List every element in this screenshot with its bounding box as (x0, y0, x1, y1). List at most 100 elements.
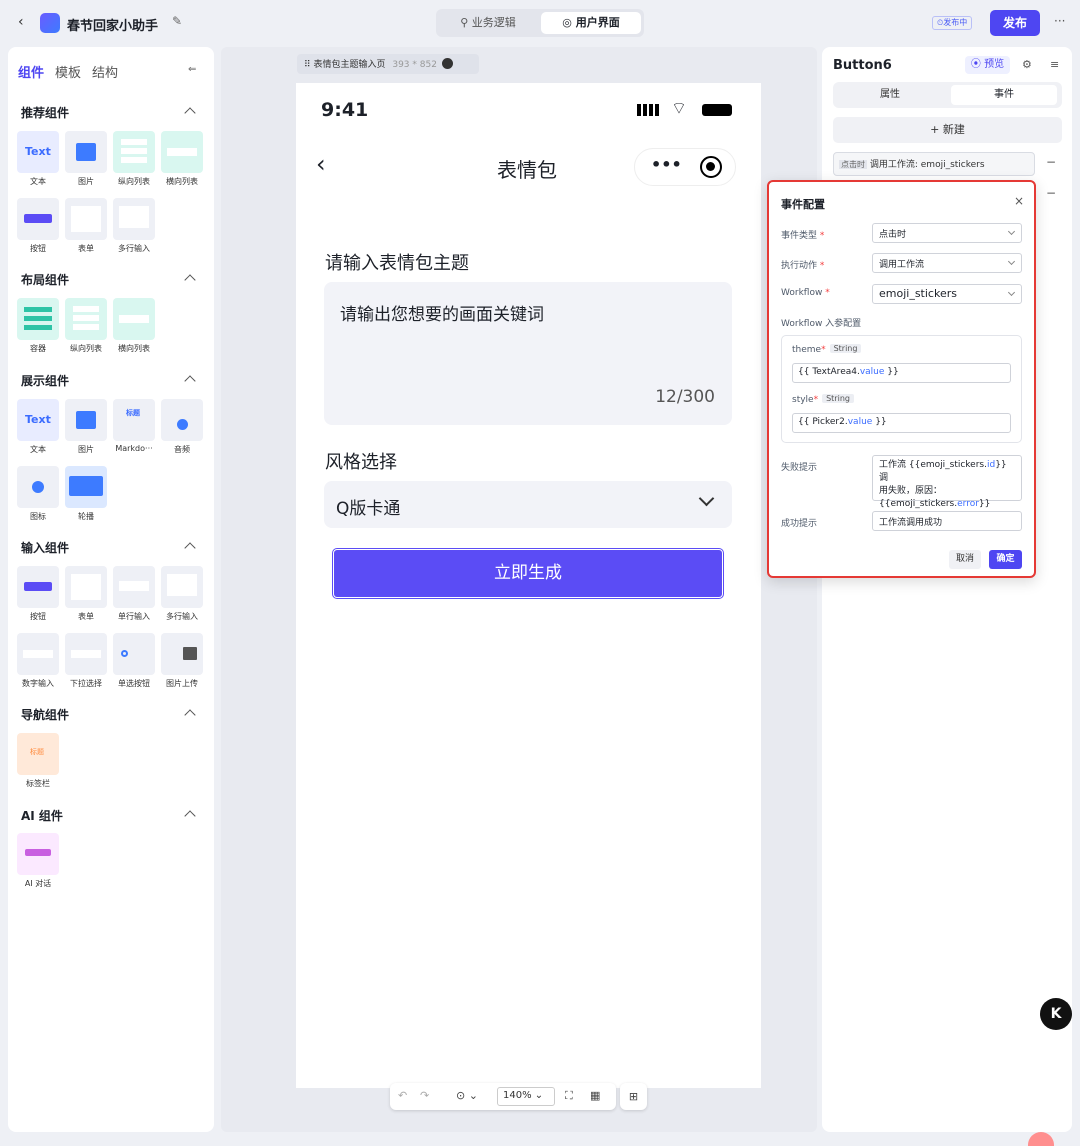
event-item-text: 调用工作流: emoji_stickers (869, 160, 985, 170)
pointer-icon[interactable]: ⊙ ⌄ (456, 1089, 478, 1102)
display-text-tile-label: Text (25, 413, 51, 426)
tab-business-logic[interactable]: ⚲ 业务逻辑 (440, 12, 536, 34)
drag-handle-icon[interactable]: ⠿ (304, 60, 311, 70)
preview-button[interactable]: ⦿ 预览 (965, 56, 1010, 74)
mascot-icon[interactable] (1028, 1132, 1054, 1146)
capsule-more-icon[interactable]: ••• (651, 155, 682, 174)
singleinput-tile[interactable] (113, 566, 155, 608)
display-text-tile[interactable]: Text (17, 399, 59, 441)
publish-button[interactable]: 发布 (990, 10, 1040, 36)
workflow-select[interactable]: emoji_stickers (872, 284, 1022, 304)
numinput-tile[interactable] (17, 633, 59, 675)
redo-icon[interactable]: ↷ (420, 1089, 429, 1102)
aichat-tile[interactable] (17, 833, 59, 875)
markdown-tile[interactable]: 标题 (113, 399, 155, 441)
capsule-close-icon[interactable] (700, 156, 722, 178)
style-binding-input[interactable]: {{ Picker2.value }} (792, 413, 1011, 433)
menu-icon[interactable]: ≡ (1050, 58, 1059, 71)
input-form-tile[interactable] (65, 566, 107, 608)
generate-button[interactable]: 立即生成 (332, 548, 724, 599)
nav-title: 表情包 (497, 158, 557, 182)
container-component-tile[interactable] (17, 298, 59, 340)
tab-properties[interactable]: 属性 (837, 85, 943, 105)
theme-type-tag: String (829, 344, 862, 353)
page-play-icon[interactable] (441, 58, 453, 69)
textarea-count: 12/300 (655, 387, 715, 407)
layout-vlist-tile[interactable] (65, 298, 107, 340)
markdown-tile-label: 标题 (126, 409, 140, 417)
action-value: 调用工作流 (879, 260, 925, 270)
form-component-tile[interactable] (65, 198, 107, 240)
capsule-menu[interactable]: ••• (634, 148, 736, 186)
tabbar-tile[interactable]: 标题 (17, 733, 59, 775)
audio-tile[interactable] (161, 399, 203, 441)
collapse-panel-icon[interactable]: ⇐ (188, 64, 196, 75)
event-type-select[interactable]: 点击时 (872, 223, 1022, 243)
tab-events[interactable]: 事件 (951, 85, 1057, 105)
input-button-icon (24, 582, 52, 591)
edit-icon[interactable]: ✎ (172, 14, 182, 28)
image-component-tile[interactable] (65, 131, 107, 173)
page-name: 表情包主题输入页 (313, 60, 386, 70)
zoom-select[interactable]: 140% ⌄ (497, 1087, 555, 1106)
dialog-confirm-button[interactable]: 确定 (989, 550, 1022, 569)
theme-binding-input[interactable]: {{ TextArea4.value }} (792, 363, 1011, 383)
add-page-button[interactable]: ⊞ (620, 1083, 647, 1110)
tab-structure[interactable]: 结构 (92, 62, 118, 81)
style-param-name: style (792, 395, 814, 405)
layout-hlist-tile[interactable] (113, 298, 155, 340)
dropdown-tile[interactable] (65, 633, 107, 675)
dialog-close-icon[interactable]: × (1014, 194, 1024, 208)
audio-label: 音频 (174, 445, 190, 454)
multiinput-component-tile[interactable] (113, 198, 155, 240)
event-item[interactable]: 点击时 调用工作流: emoji_stickers (833, 152, 1035, 176)
icon-tile[interactable] (17, 466, 59, 508)
undo-icon[interactable]: ↶ (398, 1089, 407, 1102)
radio-icon (121, 650, 128, 657)
hlist-component-tile[interactable] (161, 131, 203, 173)
fail-3c: }} (978, 499, 991, 509)
action-select[interactable]: 调用工作流 (872, 253, 1022, 273)
form-icon (71, 206, 101, 232)
style-question: 风格选择 (325, 452, 397, 473)
dialog-cancel-button[interactable]: 取消 (949, 550, 981, 569)
success-message-input[interactable]: 工作流调用成功 (872, 511, 1022, 531)
tab-components[interactable]: 组件 (18, 62, 44, 81)
add-event-button[interactable]: + 新建 (833, 117, 1062, 143)
fail-line-3: {{emoji_stickers.error}} (879, 498, 1015, 511)
back-icon[interactable]: ‹ (18, 14, 24, 30)
signal-icon (637, 104, 659, 116)
assistant-icon[interactable]: K (1040, 998, 1072, 1030)
input-multiinput-tile[interactable] (161, 566, 203, 608)
remove-event-icon-2[interactable]: − (1046, 186, 1056, 200)
section-recommend: 推荐组件 (21, 106, 70, 120)
input-multiinput-label: 多行输入 (166, 612, 198, 621)
theme-textarea[interactable]: 请输出您想要的画面关键词 12/300 (324, 282, 732, 425)
fail-message-input[interactable]: 工作流 {{emoji_stickers.id}} 调 用失败，原因： {{em… (872, 455, 1022, 509)
page-header[interactable]: ⠿ 表情包主题输入页 393 * 852 (297, 54, 479, 74)
publishing-label: 发布中 (943, 18, 968, 27)
input-button-tile[interactable] (17, 566, 59, 608)
aichat-label: AI 对话 (24, 879, 52, 888)
button-component-tile[interactable] (17, 198, 59, 240)
more-menu-icon[interactable]: ··· (1054, 14, 1065, 28)
radio-tile[interactable] (113, 633, 155, 675)
settings-icon[interactable]: ⚙ (1022, 58, 1032, 71)
display-image-tile[interactable] (65, 399, 107, 441)
text-component-tile[interactable]: Text (17, 131, 59, 173)
tab-user-interface[interactable]: ◎ 用户界面 (541, 12, 641, 34)
layout-hlist-label: 横向列表 (118, 344, 150, 353)
image-icon (76, 143, 96, 161)
nav-back-icon[interactable]: ‹ (316, 150, 326, 178)
remove-event-icon[interactable]: − (1046, 155, 1056, 169)
vlist-component-tile[interactable] (113, 131, 155, 173)
app-logo (40, 13, 60, 33)
upload-tile[interactable] (161, 633, 203, 675)
style-picker[interactable]: Q版卡通 (324, 481, 732, 528)
action-label-text: 执行动作 (781, 261, 818, 271)
fail-1a: 工作流 {{emoji_stickers. (879, 460, 987, 470)
tab-templates[interactable]: 模板 (55, 62, 81, 81)
fit-screen-icon[interactable]: ⛶ (565, 1089, 573, 1103)
carousel-tile[interactable] (65, 466, 107, 508)
grid-icon[interactable]: ▦ (590, 1089, 600, 1102)
